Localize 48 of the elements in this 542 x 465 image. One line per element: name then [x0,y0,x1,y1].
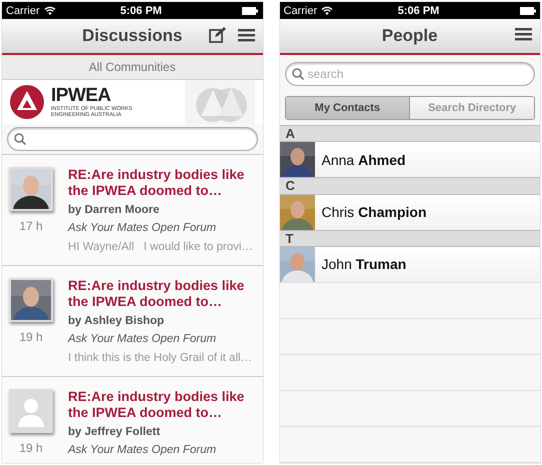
post-title: RE:Are industry bodies like the IPWEA doomed to… [68,389,246,421]
post-age: 19 h [19,330,43,344]
community-filter[interactable]: All Communities [2,55,262,80]
segment-tab[interactable]: My Contacts [286,97,410,119]
forum-name: Ask Your Mates Open Forum [68,332,218,347]
post-author: by Jeffrey Follett [68,425,162,440]
post-age: 19 h [19,441,43,455]
post-preview: HI Wayne/All I would like to provi… [68,240,254,255]
screen-title: People [382,26,438,46]
post-title: RE:Are industry bodies like the IPWEA doomed to… [68,278,246,310]
section-header: C [280,177,540,195]
carrier-label: Carrier [284,4,318,16]
battery-icon [520,6,536,14]
post-age: 17 h [19,219,43,233]
wifi-icon [44,6,56,15]
forum-name: Ask Your Mates Open Forum [68,221,218,236]
avatar-placeholder-icon [9,389,53,433]
status-time: 5:06 PM [398,4,440,16]
contact-name: Chris Champion [322,204,427,220]
post-title: RE:Are industry bodies like the IPWEA doomed to… [68,167,246,199]
logo-name: IPWEA [51,86,112,106]
discussion-row[interactable]: 19 h RE:Are industry bodies like the IPWEA doomed to… by Ashley Bishop Ask Your Mates Open Forum I think this is the Holy Grail of it all… [2,265,262,376]
carrier-label: Carrier [6,4,40,16]
post-author: by Darren Moore [68,203,160,218]
status-time: 5:06 PM [120,4,162,16]
contact-name: Anna Ahmed [322,152,406,168]
menu-icon[interactable] [515,27,532,41]
post-preview: I think this is the Holy Grail of it all… [68,351,254,366]
post-author: by Ashley Bishop [68,314,166,329]
contact-row[interactable]: Chris Champion [280,194,540,230]
logo-icon [10,85,44,119]
menu-icon[interactable] [238,28,254,42]
section-header: A [280,125,540,142]
search-icon [292,68,304,80]
forum-name: Ask Your Mates Open Forum [68,443,218,458]
contact-name: John Truman [322,256,406,272]
compose-icon[interactable] [208,27,226,43]
contact-row[interactable]: Anna Ahmed [280,142,540,178]
search-field[interactable] [7,127,258,151]
screen-title: Discussions [82,26,182,46]
battery-icon [242,6,258,14]
search-icon [14,133,26,145]
search-field[interactable]: search [284,62,535,86]
wifi-icon [321,6,334,15]
discussion-row[interactable]: 17 h RE:Are industry bodies like the IPWEA doomed to… by Darren Moore Ask Your Mates Open Forum HI Wayne/All I would like to provi… [2,154,262,265]
contact-row[interactable]: John Truman [280,246,540,282]
discussion-row[interactable]: 19 h RE:Are industry bodies like the IPWEA doomed to… by Jeffrey Follett Ask Your Mates Open Forum [2,376,262,463]
section-header: T [280,230,540,247]
